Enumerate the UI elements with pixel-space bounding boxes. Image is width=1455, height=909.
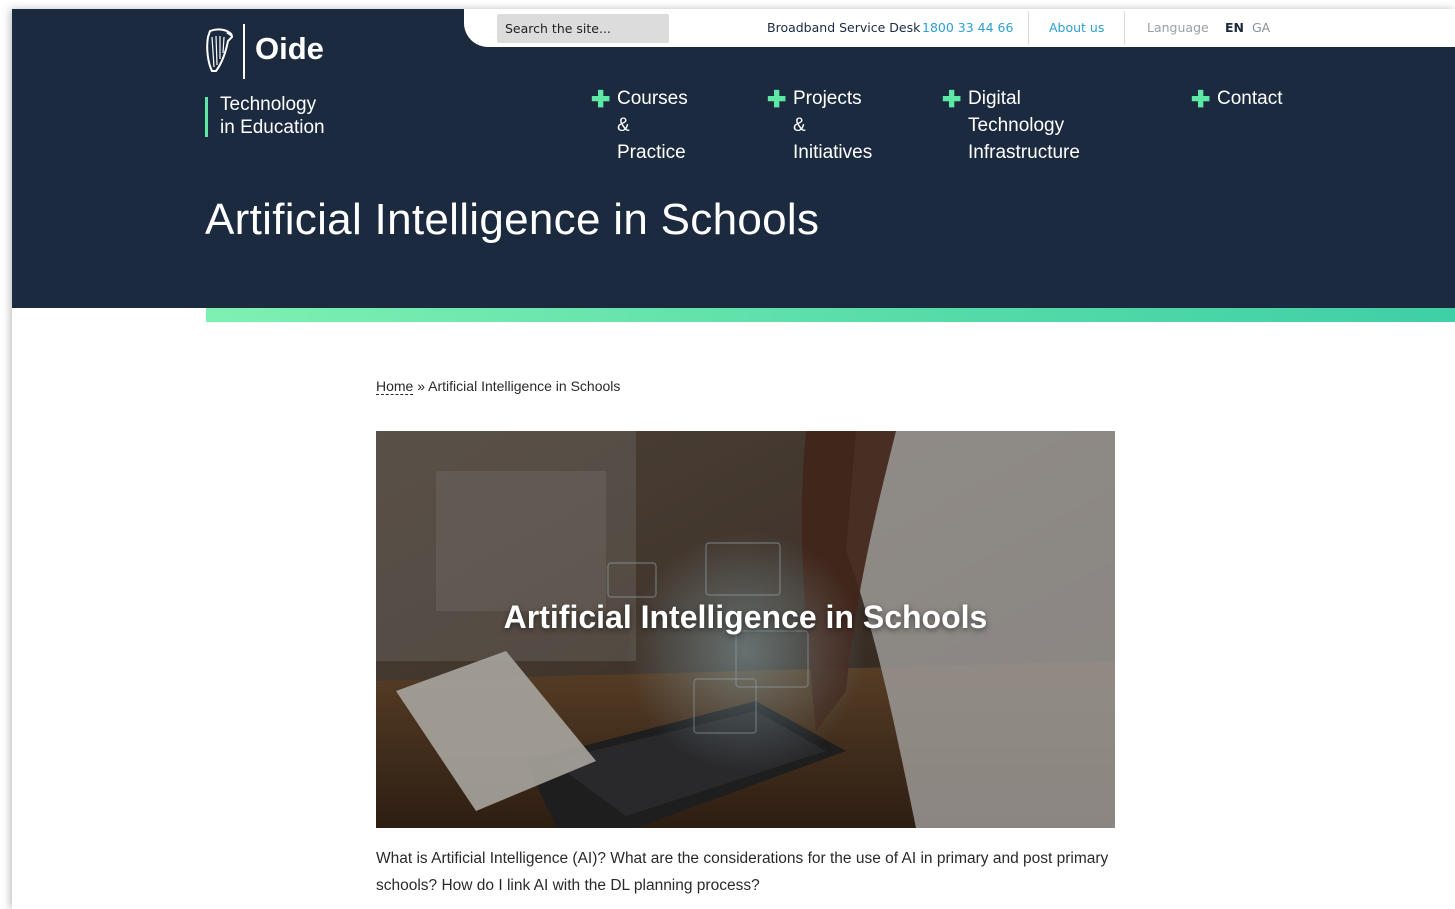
language-label: Language xyxy=(1147,20,1209,35)
divider xyxy=(1124,11,1125,45)
site-header: Broadband Service Desk 1800 33 44 66 Abo… xyxy=(12,9,1455,308)
plus-icon: ✚ xyxy=(1191,86,1211,112)
logo-wordmark: Oide xyxy=(255,31,324,66)
plus-icon: ✚ xyxy=(767,86,787,112)
page-title: Artificial Intelligence in Schools xyxy=(205,195,820,244)
plus-icon: ✚ xyxy=(591,86,611,112)
logo-divider xyxy=(243,24,245,79)
service-desk-phone-link[interactable]: 1800 33 44 66 xyxy=(922,20,1013,35)
logo-accent-line xyxy=(205,97,208,137)
breadcrumb: Home » Artificial Intelligence in School… xyxy=(376,378,621,395)
hero-image: Artificial Intelligence in Schools xyxy=(376,431,1115,828)
tagline-line: Technology xyxy=(220,94,317,115)
nav-label: Courses & Practice xyxy=(617,88,688,163)
logo-tagline: Technology in Education xyxy=(220,93,325,139)
language-ga-link[interactable]: GA xyxy=(1252,20,1270,35)
nav-label: Projects & Initiatives xyxy=(793,88,873,163)
accent-bar xyxy=(206,308,1455,322)
tagline-line: in Education xyxy=(220,117,325,138)
harp-icon xyxy=(206,28,234,72)
service-desk-label: Broadband Service Desk xyxy=(767,20,921,35)
language-en-link[interactable]: EN xyxy=(1225,20,1244,35)
nav-label: Digital Technology Infrastructure xyxy=(968,88,1080,163)
divider xyxy=(1028,11,1029,45)
hero-title: Artificial Intelligence in Schools xyxy=(503,599,988,635)
breadcrumb-separator: » xyxy=(417,378,426,394)
browser-page: Broadband Service Desk 1800 33 44 66 Abo… xyxy=(12,9,1455,909)
plus-icon: ✚ xyxy=(942,86,962,112)
nav-label: Contact xyxy=(1217,88,1283,109)
intro-paragraph: What is Artificial Intelligence (AI)? Wh… xyxy=(376,850,1109,894)
breadcrumb-current: Artificial Intelligence in Schools xyxy=(428,378,621,394)
breadcrumb-home-link[interactable]: Home xyxy=(376,378,414,395)
search-input[interactable] xyxy=(497,14,669,43)
about-us-link[interactable]: About us xyxy=(1049,20,1104,35)
